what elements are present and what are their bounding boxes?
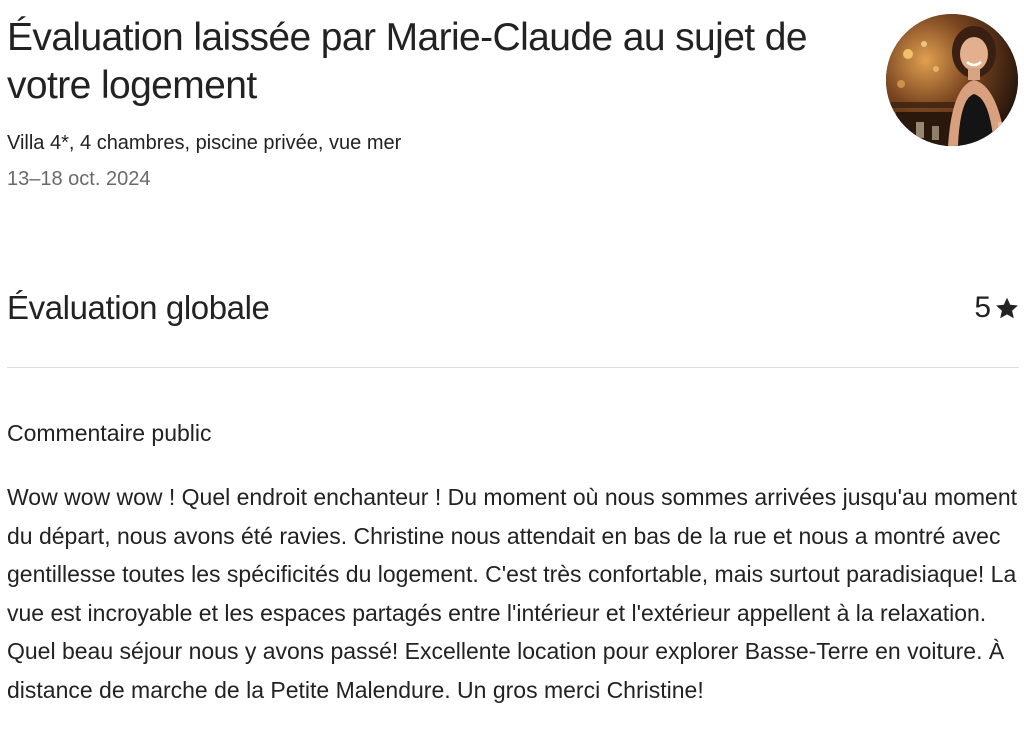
public-comment-text: Wow wow wow ! Quel endroit enchanteur ! … xyxy=(7,484,1018,703)
star-icon xyxy=(995,296,1019,320)
overall-rating-score: 5 xyxy=(974,291,1019,325)
avatar[interactable] xyxy=(886,14,1018,146)
review-page: Évaluation laissée par Marie-Claude au s… xyxy=(0,0,1024,742)
rating-score-value: 5 xyxy=(974,291,991,324)
review-header: Évaluation laissée par Marie-Claude au s… xyxy=(7,14,867,192)
overall-rating-row: Évaluation globale 5 xyxy=(7,284,1019,332)
section-divider xyxy=(7,367,1019,368)
overall-rating-label: Évaluation globale xyxy=(7,289,270,326)
comment-heading: Commentaire public xyxy=(7,420,212,446)
reviewer-photo xyxy=(886,14,1018,146)
stay-dates: 13–18 oct. 2024 xyxy=(7,168,151,190)
listing-name: Villa 4*, 4 chambres, piscine privée, vu… xyxy=(7,132,402,154)
page-title: Évaluation laissée par Marie-Claude au s… xyxy=(7,16,808,107)
